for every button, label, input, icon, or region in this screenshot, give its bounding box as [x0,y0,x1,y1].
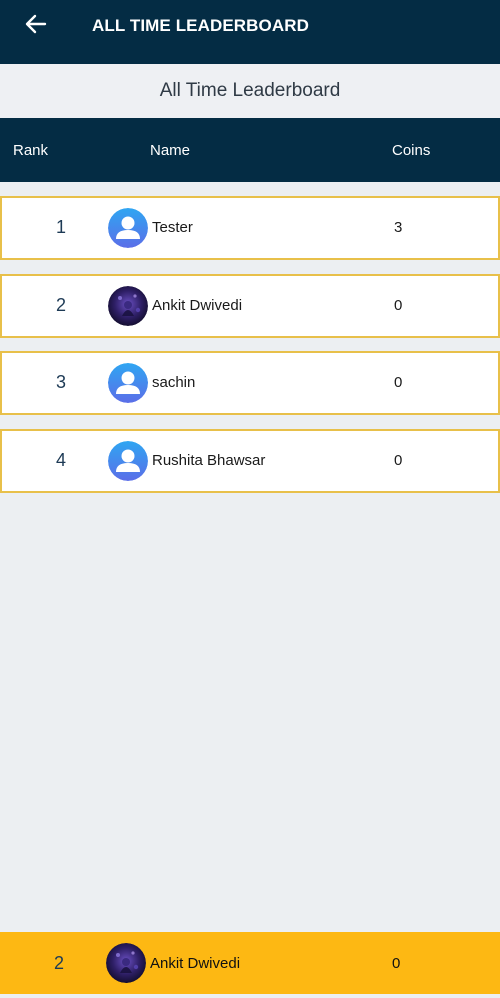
row-rank: 3 [56,372,67,392]
table-header: Rank Name Coins [0,118,500,182]
row-rank: 2 [56,295,67,315]
row-coins: 0 [394,452,403,469]
default-user-icon [108,363,148,403]
page-subheader: All Time Leaderboard [0,64,500,118]
leaderboard-row[interactable]: 4 Rushita Bhawsar 0 [0,429,500,493]
column-header-coins: Coins [392,142,431,159]
leaderboard-row[interactable]: 1 Tester 3 [0,196,500,260]
column-header-rank: Rank [13,142,49,159]
row-coins: 0 [394,374,403,391]
row-coins: 0 [394,297,403,314]
default-user-icon [108,208,148,248]
leaderboard-row[interactable]: 3 sachin 0 [0,351,500,415]
row-name: Tester [152,219,193,236]
current-user-rank: 2 [54,953,65,973]
current-user-row[interactable]: 2 Ankit Dwivedi 0 [0,932,500,994]
back-button[interactable] [22,10,50,38]
default-user-icon [108,441,148,481]
row-rank: 1 [56,217,67,237]
photo-avatar [106,943,146,983]
bottom-strip [0,994,500,998]
row-name: sachin [152,374,196,391]
photo-avatar [108,286,148,326]
app-bar-title: ALL TIME LEADERBOARD [92,16,310,35]
current-user-name: Ankit Dwivedi [150,955,241,972]
arrow-left-icon [25,14,47,34]
row-coins: 3 [394,219,403,236]
row-name: Ankit Dwivedi [152,297,243,314]
leaderboard-row[interactable]: 2 Ankit Dwivedi 0 [0,274,500,338]
app-bar: ALL TIME LEADERBOARD [0,0,500,64]
row-rank: 4 [56,450,67,470]
column-header-name: Name [150,142,191,159]
page-title: All Time Leaderboard [159,80,341,101]
current-user-coins: 0 [392,955,401,972]
row-name: Rushita Bhawsar [152,452,266,469]
